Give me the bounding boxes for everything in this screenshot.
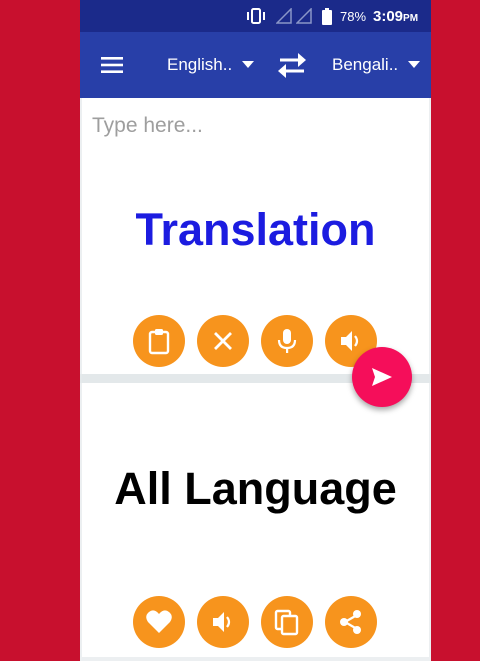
mic-button[interactable]: [261, 315, 313, 367]
source-language-dropdown[interactable]: English..: [167, 52, 255, 78]
status-bar: 78% 3:09PM: [80, 0, 431, 32]
battery-icon: [322, 8, 332, 25]
speaker-icon: [213, 612, 231, 632]
input-panel: Translation: [82, 98, 429, 374]
paste-button[interactable]: [133, 315, 185, 367]
dropdown-caret-icon: [242, 61, 255, 68]
menu-icon[interactable]: [100, 53, 124, 77]
favorite-button[interactable]: [133, 596, 185, 648]
phone-screen: 78% 3:09PM English.. Bengali.. Type here…: [80, 0, 431, 661]
signal-icon: [276, 8, 292, 24]
mic-icon: [277, 329, 297, 353]
share-button[interactable]: [325, 596, 377, 648]
output-panel: All Language: [82, 383, 429, 657]
paste-icon: [148, 329, 170, 355]
battery-percentage: 78%: [340, 9, 367, 24]
copy-button[interactable]: [261, 596, 313, 648]
target-language-dropdown[interactable]: Bengali..: [332, 52, 421, 78]
all-language-banner: All Language: [114, 463, 397, 514]
target-language-label: Bengali..: [332, 55, 399, 74]
send-icon: [372, 368, 392, 386]
swap-icon[interactable]: [276, 50, 308, 80]
clear-button[interactable]: [197, 315, 249, 367]
clock-ampm: PM: [403, 13, 419, 24]
copy-icon: [274, 609, 299, 636]
clock-time: 3:09: [373, 8, 404, 25]
translation-banner: Translation: [135, 204, 376, 255]
vibrate-icon: [247, 8, 265, 24]
translate-fab[interactable]: [352, 347, 412, 407]
source-language-label: English..: [167, 55, 233, 74]
app-toolbar: English.. Bengali..: [80, 32, 431, 98]
clear-icon: [214, 332, 232, 350]
favorite-icon: [146, 610, 172, 633]
speak-translation-button[interactable]: [197, 596, 249, 648]
source-text-input[interactable]: [92, 114, 412, 138]
speaker-icon: [341, 331, 359, 351]
clock: 3:09PM: [373, 8, 418, 25]
dropdown-caret-icon: [408, 61, 421, 68]
share-icon: [340, 610, 361, 634]
signal-icon: [296, 8, 312, 24]
